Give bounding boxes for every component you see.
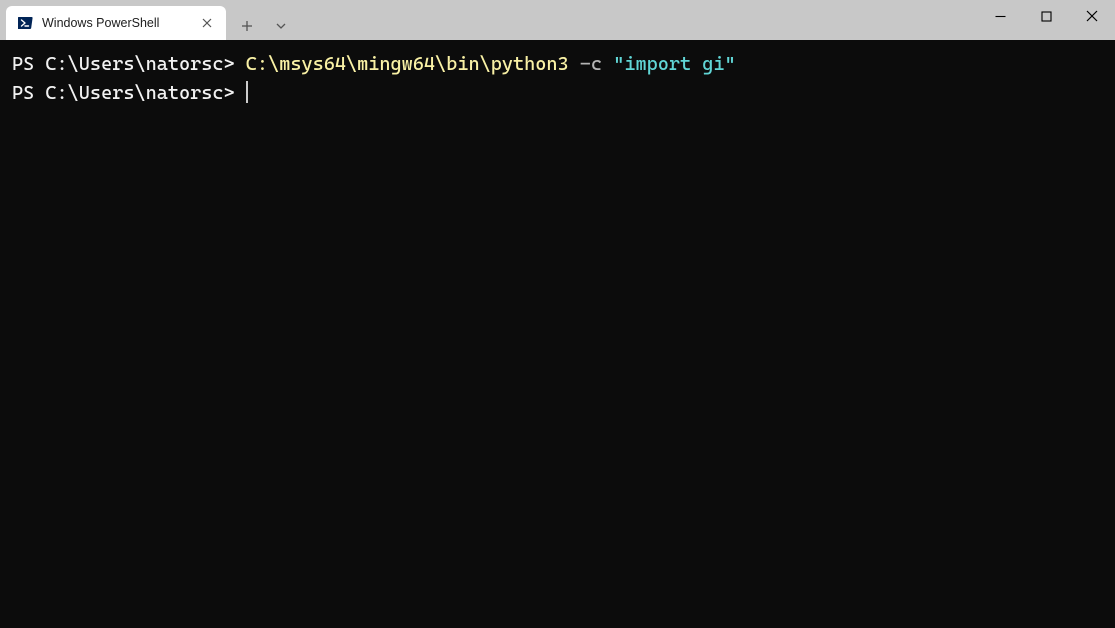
window-controls (977, 0, 1115, 32)
tabs-area: Windows PowerShell (0, 0, 296, 40)
tab-title: Windows PowerShell (42, 16, 192, 30)
terminal-line: PS C:\Users\natorsc> C:\msys64\mingw64\b… (12, 50, 1103, 79)
prompt-text: PS C:\Users\natorsc> (12, 53, 235, 75)
powershell-icon (18, 15, 34, 31)
command-path: C:\msys64\mingw64\bin\python3 (246, 53, 569, 75)
prompt-text: PS C:\Users\natorsc> (12, 82, 235, 104)
terminal-pane[interactable]: PS C:\Users\natorsc> C:\msys64\mingw64\b… (0, 40, 1115, 628)
title-bar: Windows PowerShell (0, 0, 1115, 40)
tab-controls (232, 6, 296, 40)
text-cursor (246, 81, 248, 103)
tab-dropdown-button[interactable] (266, 11, 296, 41)
new-tab-button[interactable] (232, 11, 262, 41)
command-string: "import gi" (613, 53, 735, 75)
minimize-button[interactable] (977, 0, 1023, 32)
terminal-line: PS C:\Users\natorsc> (12, 79, 1103, 108)
command-flag: -c (580, 53, 602, 75)
tab-powershell[interactable]: Windows PowerShell (6, 6, 226, 40)
maximize-button[interactable] (1023, 0, 1069, 32)
close-window-button[interactable] (1069, 0, 1115, 32)
tab-close-button[interactable] (198, 14, 216, 32)
